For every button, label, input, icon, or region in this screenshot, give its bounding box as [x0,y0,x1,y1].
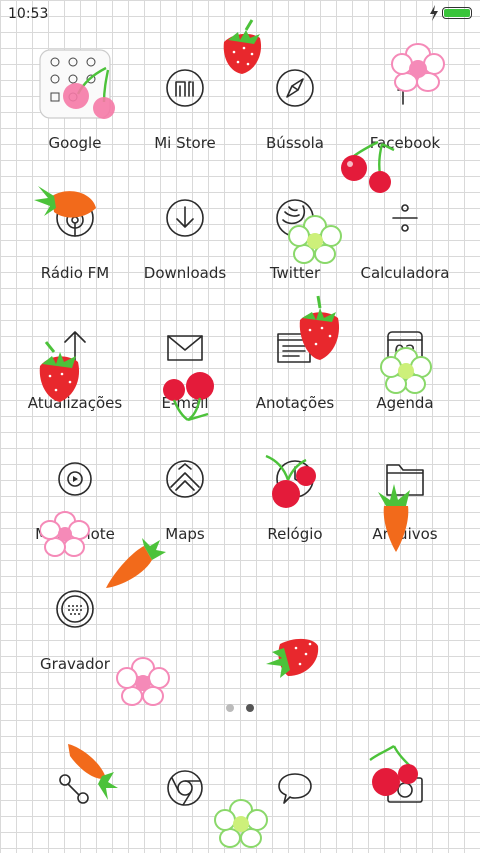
browser-icon [167,770,203,806]
app-label: Atualizações [27,394,123,412]
facebook-icon [397,78,411,105]
app-mi-store[interactable]: Mi Store [130,52,240,172]
app-agenda[interactable]: 02 Agenda [350,312,460,432]
messages-icon [278,773,312,804]
notes-icon [277,333,311,363]
calculator-icon [392,204,418,232]
status-bar: 10:53 [0,0,480,28]
app-arquivos[interactable]: Arquivos [350,443,460,563]
app-label: Mi Remote [35,525,115,543]
app-label: Gravador [40,655,110,673]
app-calculadora[interactable]: Calculadora [350,182,460,302]
status-clock: 10:53 [8,6,49,22]
app-label: Facebook [369,134,441,152]
app-label: Relógio [267,525,323,543]
compass-icon [276,69,314,107]
app-gravador[interactable]: Gravador [20,573,130,693]
strawberry-sticker-icon [266,638,319,678]
map-icon [166,460,204,498]
dock-phone[interactable] [20,748,130,828]
radio-icon [56,199,94,237]
app-label: Agenda [376,394,434,412]
camera-icon [387,772,423,803]
app-downloads[interactable]: Downloads [130,182,240,302]
app-anotacoes[interactable]: Anotações [240,312,350,432]
dock-browser[interactable] [130,748,240,828]
app-label: Maps [165,525,205,543]
page-indicator [224,703,256,713]
app-bussola[interactable]: Bússola [240,52,350,172]
twitter-bird-icon [276,199,314,237]
google-folder-icon [39,49,111,119]
page-dot-inactive[interactable] [226,704,234,712]
envelope-icon [167,335,203,361]
app-label: Mi Store [154,134,216,152]
charging-icon [430,5,438,21]
app-label: Anotações [255,394,335,412]
remote-play-icon [58,462,92,496]
app-label: Calculadora [360,264,450,282]
calendar-date: 02 [394,342,416,362]
app-maps[interactable]: Maps [130,443,240,563]
app-label: Downloads [143,264,227,282]
app-relogio[interactable]: Relógio [240,443,350,563]
dock-messages[interactable] [240,748,350,828]
app-label: Google [48,134,102,152]
app-label: Rádio FM [40,264,110,282]
app-label: Twitter [269,264,321,282]
clock-icon [276,460,314,498]
app-atualizacoes[interactable]: Atualizações [20,312,130,432]
update-arrow-icon [64,331,86,368]
app-facebook[interactable]: Facebook [350,52,460,172]
recorder-icon [56,590,94,628]
app-radio-fm[interactable]: Rádio FM [20,182,130,302]
folder-icon [386,464,424,496]
app-google[interactable]: Google [20,49,130,172]
app-label: Bússola [266,134,324,152]
app-label: E-mail [161,394,209,412]
app-mi-remote[interactable]: Mi Remote [20,443,130,563]
mi-store-icon [166,69,204,107]
page-dot-active[interactable] [246,704,254,712]
app-email[interactable]: E-mail [130,312,240,432]
dock-camera[interactable] [350,748,460,828]
app-twitter[interactable]: Twitter [240,182,350,302]
download-icon [166,199,204,237]
battery-icon [442,7,472,19]
battery-level [444,9,470,17]
phone-icon [59,774,89,804]
app-label: Arquivos [372,525,438,543]
